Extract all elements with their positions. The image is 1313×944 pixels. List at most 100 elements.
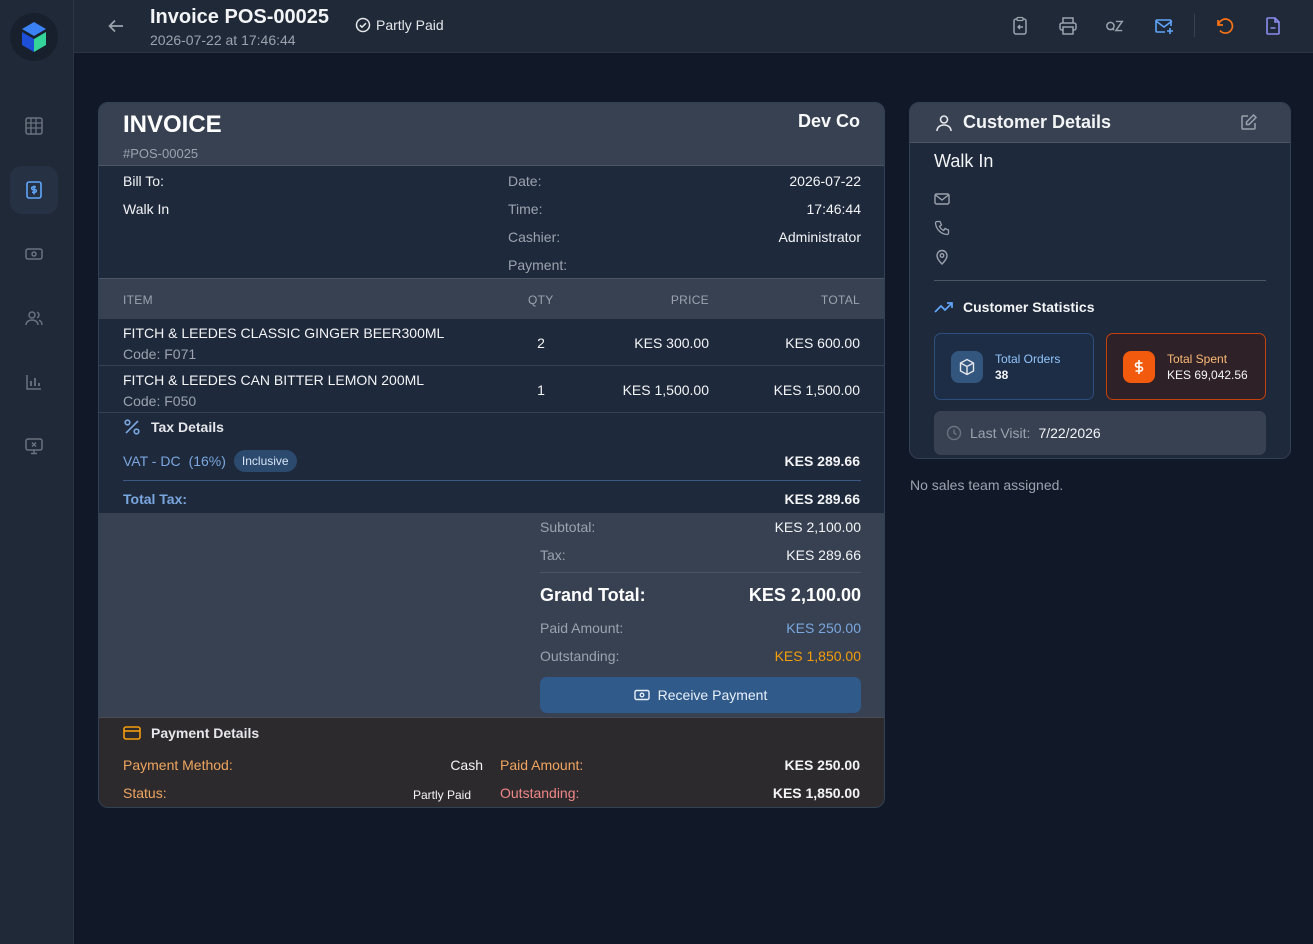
stat-icon	[951, 351, 983, 383]
sidebar-item-payments[interactable]	[10, 230, 58, 278]
edit-customer-icon[interactable]	[1240, 113, 1258, 131]
cash-icon	[25, 248, 43, 260]
total-orders-stat: Total Orders 38	[934, 333, 1094, 400]
mail-plus-icon	[1155, 19, 1173, 34]
logo-icon	[22, 22, 46, 52]
paid-amount-value: KES 250.00	[786, 620, 861, 636]
meta-label: Time:	[508, 201, 543, 217]
total-orders-label: Total Orders	[995, 352, 1061, 366]
stat-icon	[1123, 351, 1155, 383]
invoice-number: #POS-00025	[123, 146, 199, 161]
credit-note-button[interactable]	[1260, 13, 1286, 39]
tax-details-label: Tax Details	[151, 419, 224, 435]
meta-value: 17:46:44	[806, 201, 862, 217]
item-code: Code: F050	[123, 393, 197, 409]
total-spent-stat: Total Spent KES 69,042.56	[1106, 333, 1266, 400]
qz-icon	[1106, 20, 1124, 32]
meta-label: Date:	[508, 173, 542, 189]
grand-total-row: Grand Total: KES 2,100.00	[540, 585, 861, 606]
copy-invoice-button[interactable]	[1007, 13, 1033, 39]
grid-icon	[25, 117, 43, 135]
status-text: Partly Paid	[376, 17, 444, 33]
payment-status-label: Status:	[123, 785, 167, 801]
invoice-header: INVOICE #POS-00025 Dev Co	[99, 103, 884, 166]
customer-title-label: Customer Details	[963, 112, 1112, 132]
item-name: FITCH & LEEDES CLASSIC GINGER BEER300ML	[123, 325, 445, 341]
item-name: FITCH & LEEDES CAN BITTER LEMON 200ML	[123, 372, 425, 388]
item-qty: 1	[537, 382, 545, 398]
page-title: Invoice POS-00025	[150, 6, 329, 28]
total-tax-label: Total Tax:	[123, 491, 188, 507]
qz-print-button[interactable]	[1102, 13, 1128, 39]
payment-details-title: Payment Details	[123, 725, 259, 741]
pd-outstanding-value: KES 1,850.00	[772, 785, 860, 801]
grand-total-label: Grand Total:	[540, 585, 646, 605]
tax-line-amount: KES 289.66	[784, 453, 861, 469]
subtotal-row: Subtotal: KES 2,100.00	[540, 519, 861, 535]
check-circle-icon	[355, 17, 371, 33]
back-button[interactable]	[104, 14, 128, 38]
customer-statistics-title: Customer Statistics	[934, 299, 1094, 315]
sidebar-item-invoices[interactable]	[10, 166, 58, 214]
total-spent-value: KES 69,042.56	[1167, 368, 1248, 382]
printer-icon	[1059, 17, 1077, 35]
undo-icon	[1217, 18, 1234, 34]
dollar-icon	[1134, 360, 1144, 374]
tax-value: KES 289.66	[786, 547, 861, 563]
trending-up-icon	[934, 302, 953, 313]
total-tax-value: KES 289.66	[784, 491, 861, 507]
clock-icon	[946, 425, 962, 441]
sidebar-item-pos-close[interactable]	[10, 422, 58, 470]
subtotal-value: KES 2,100.00	[774, 519, 861, 535]
customer-title: Customer Details	[934, 112, 1111, 133]
sidebar-item-grid[interactable]	[10, 102, 58, 150]
divider	[540, 572, 861, 573]
arrow-left-icon	[108, 19, 123, 33]
phone-icon	[934, 220, 950, 236]
last-visit-label: Last Visit:	[970, 425, 1031, 441]
customer-card: Customer Details Walk In Customer Statis…	[909, 102, 1291, 459]
item-price: KES 1,500.00	[622, 382, 709, 398]
tax-inclusive-badge: Inclusive	[233, 450, 297, 472]
tax-row: Tax: KES 289.66	[540, 547, 861, 563]
last-visit-row: Last Visit: 7/22/2026	[934, 411, 1266, 455]
table-row: FITCH & LEEDES CAN BITTER LEMON 200ML Co…	[99, 366, 884, 413]
invoice-card: INVOICE #POS-00025 Dev Co Bill To: Walk …	[98, 102, 885, 808]
bill-to-name: Walk In	[123, 201, 170, 217]
pd-paid-label: Paid Amount:	[500, 757, 584, 773]
customer-statistics-label: Customer Statistics	[963, 299, 1095, 315]
mail-icon	[934, 193, 950, 205]
topbar: Invoice POS-00025 2026-07-22 at 17:46:44…	[74, 0, 1313, 53]
credit-card-icon	[123, 726, 141, 740]
outstanding-value: KES 1,850.00	[774, 648, 861, 664]
sidebar-item-reports[interactable]	[10, 358, 58, 406]
bar-chart-icon	[26, 375, 41, 390]
tax-details-title: Tax Details	[123, 418, 224, 436]
receive-payment-button[interactable]: Receive Payment	[540, 677, 861, 713]
company-name: Dev Co	[797, 111, 860, 131]
item-qty: 2	[537, 335, 545, 351]
sidebar-item-customers[interactable]	[10, 294, 58, 342]
file-minus-icon	[1266, 17, 1280, 35]
tax-rate: (16%)	[188, 453, 226, 469]
payment-details-label: Payment Details	[151, 725, 260, 741]
item-code: Code: F071	[123, 346, 197, 362]
meta-date: Date: 2026-07-22	[508, 173, 861, 193]
pd-outstanding-label: Outstanding:	[500, 785, 580, 801]
print-button[interactable]	[1055, 13, 1081, 39]
map-pin-icon	[936, 249, 948, 265]
items-table-header: ITEM QTY PRICE TOTAL	[99, 278, 884, 319]
tax-label: Tax:	[540, 547, 566, 563]
app-logo[interactable]	[10, 13, 58, 61]
clipboard-copy-icon	[1013, 16, 1027, 35]
customer-name: Walk In	[934, 151, 994, 171]
col-total: TOTAL	[820, 293, 860, 307]
meta-time: Time: 17:46:44	[508, 201, 861, 221]
outstanding-label: Outstanding:	[540, 648, 620, 664]
tax-name: VAT - DC	[123, 453, 181, 469]
email-invoice-button[interactable]	[1151, 13, 1177, 39]
users-icon	[25, 311, 43, 326]
cash-icon	[633, 689, 650, 701]
col-item: ITEM	[123, 293, 153, 307]
return-button[interactable]	[1212, 13, 1238, 39]
